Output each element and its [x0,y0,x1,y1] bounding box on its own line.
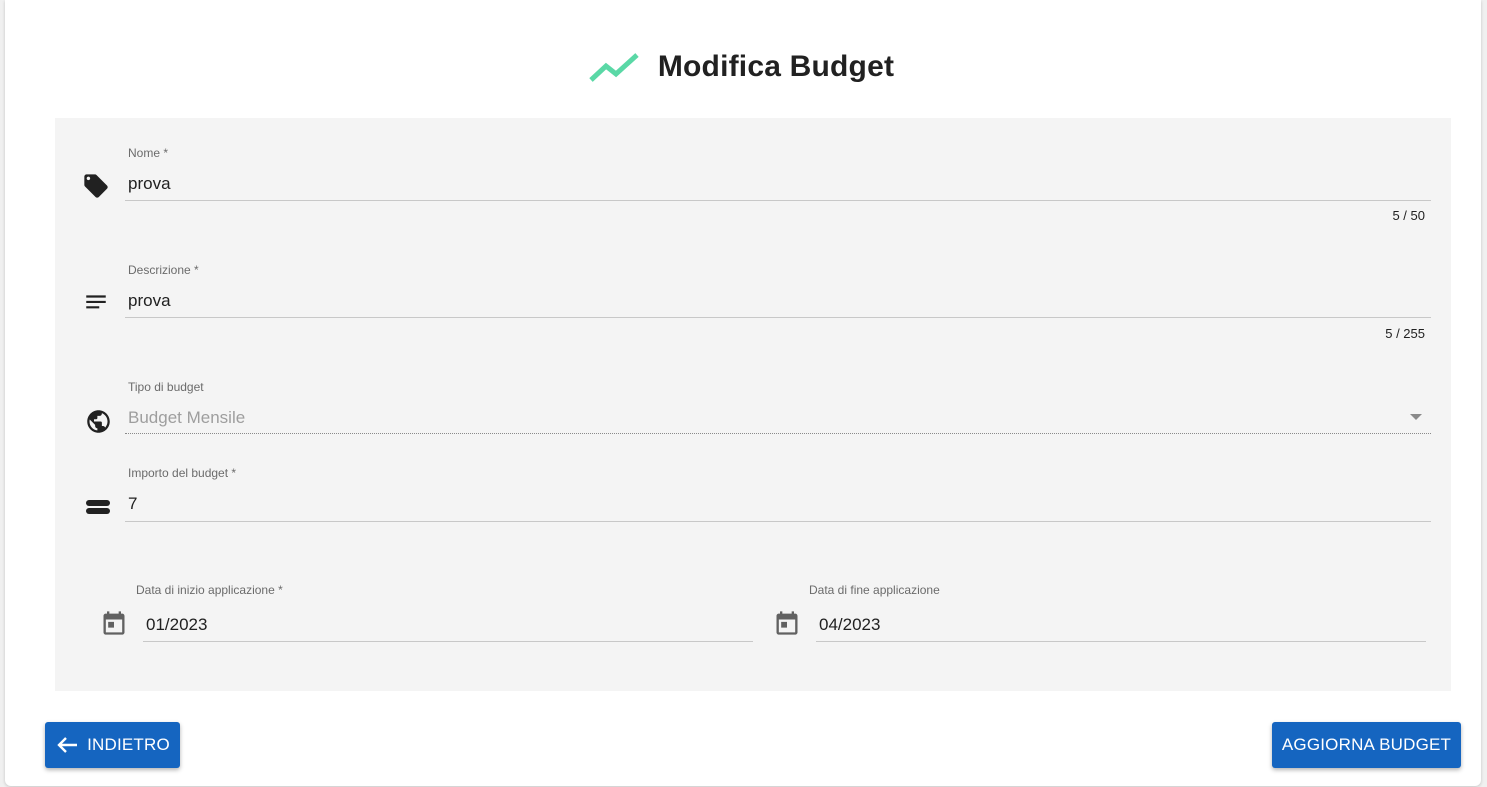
calendar-icon[interactable] [772,608,802,638]
chevron-down-icon[interactable] [1410,414,1422,420]
nome-input[interactable]: prova [128,174,171,194]
budget-form: Nome * prova 5 / 50 Descrizione * prova … [55,118,1451,691]
trending-up-icon [589,53,639,82]
nome-counter: 5 / 50 [1392,208,1425,223]
tipo-budget-select[interactable]: Budget Mensile [128,408,245,428]
importo-input[interactable]: 7 [128,494,137,514]
data-inizio-label: Data di inizio applicazione * [136,583,283,597]
tipo-budget-underline [125,433,1431,434]
descrizione-input[interactable]: prova [128,291,171,311]
nome-label: Nome * [128,146,169,160]
page-title: Modifica Budget [657,50,895,83]
descrizione-underline [125,317,1431,318]
calendar-icon[interactable] [99,608,129,638]
importo-underline [125,521,1431,522]
data-fine-underline [816,641,1426,642]
tag-icon [81,171,111,201]
notes-icon [81,288,111,318]
arrow-left-icon [57,737,78,753]
nome-underline [125,200,1431,201]
update-budget-button-label: AGGIORNA BUDGET [1281,735,1452,754]
back-button-label: INDIETRO [87,735,170,754]
tipo-budget-label: Tipo di budget [128,380,204,394]
descrizione-counter: 5 / 255 [1385,326,1425,341]
back-button[interactable]: INDIETRO [45,722,180,768]
data-fine-input[interactable]: 04/2023 [819,615,880,635]
data-inizio-input[interactable]: 01/2023 [146,615,207,635]
data-fine-label: Data di fine applicazione [809,583,940,597]
update-budget-button[interactable]: AGGIORNA BUDGET [1272,722,1461,768]
data-inizio-underline [143,641,753,642]
money-icon [83,492,113,522]
importo-label: Importo del budget * [128,466,237,480]
edit-budget-card: Modifica Budget Nome * prova 5 / 50 Desc… [5,0,1481,786]
globe-icon [83,406,113,436]
page-header: Modifica Budget [5,44,1481,90]
descrizione-label: Descrizione * [128,263,199,277]
